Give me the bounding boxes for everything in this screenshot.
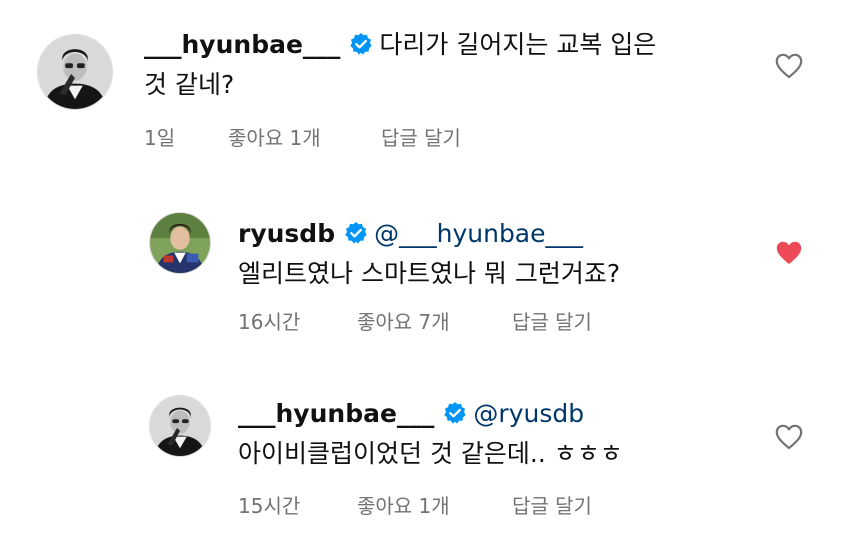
comment-time: 1일 [144, 126, 176, 150]
reply-item: ___hyunbae___ @ryusdb 아이비클럽이었던 것 같은데.. ㅎㅎ… [0, 360, 850, 545]
reply-button[interactable]: 답글 달기 [512, 494, 592, 518]
like-button[interactable] [775, 424, 803, 450]
verified-badge-icon [344, 221, 368, 245]
avatar[interactable] [149, 395, 211, 457]
reply-item: ryusdb @___hyunbae___ 엘리트였나 스마트였나 뭐 그런거죠?… [0, 180, 850, 360]
mention-link[interactable]: @ryusdb [473, 399, 584, 428]
person-black-suit-avatar-icon [150, 396, 210, 456]
heart-outline-icon [775, 53, 803, 79]
comment-time: 16시간 [238, 310, 301, 334]
comment-body: ___hyunbae___ 다리가 길어지는 교복 입은 것 같네? [144, 25, 764, 105]
comment-meta: 15시간 좋아요 1개 답글 달기 [238, 494, 592, 518]
comment-item: ___hyunbae___ 다리가 길어지는 교복 입은 것 같네? 1일 좋아요 … [0, 0, 850, 180]
likes-count-link[interactable]: 좋아요 1개 [228, 126, 381, 150]
comment-text: 아이비클럽이었던 것 같은데.. ㅎㅎㅎ [238, 439, 623, 468]
heart-filled-icon [776, 241, 802, 264]
reply-body: ryusdb @___hyunbae___ 엘리트였나 스마트였나 뭐 그런거죠? [238, 214, 778, 294]
mention-link[interactable]: @___hyunbae___ [374, 219, 583, 248]
person-school-uniform-avatar-icon [150, 213, 210, 273]
reply-button[interactable]: 답글 달기 [381, 126, 461, 150]
avatar[interactable] [37, 34, 113, 110]
verified-badge-icon [349, 32, 373, 56]
person-black-suit-avatar-icon [38, 35, 112, 109]
likes-count-link[interactable]: 좋아요 1개 [357, 494, 512, 518]
likes-count-link[interactable]: 좋아요 7개 [357, 310, 512, 334]
comment-time: 15시간 [238, 494, 301, 518]
comment-meta: 16시간 좋아요 7개 답글 달기 [238, 310, 592, 334]
comment-text: 엘리트였나 스마트였나 뭐 그런거죠? [238, 259, 621, 288]
comment-text: 다리가 길어지는 교복 입은 [379, 30, 657, 59]
username-link[interactable]: ___hyunbae___ [144, 30, 340, 59]
like-button[interactable] [775, 240, 803, 266]
verified-badge-icon [443, 401, 467, 425]
avatar[interactable] [149, 212, 211, 274]
reply-body: ___hyunbae___ @ryusdb 아이비클럽이었던 것 같은데.. ㅎㅎ… [238, 394, 778, 474]
reply-button[interactable]: 답글 달기 [512, 310, 592, 334]
like-button[interactable] [775, 53, 803, 79]
username-link[interactable]: ryusdb [238, 219, 335, 248]
username-link[interactable]: ___hyunbae___ [238, 399, 434, 428]
comment-meta: 1일 좋아요 1개 답글 달기 [144, 126, 461, 150]
heart-outline-icon [775, 424, 803, 450]
comment-text-line2: 것 같네? [144, 70, 235, 99]
